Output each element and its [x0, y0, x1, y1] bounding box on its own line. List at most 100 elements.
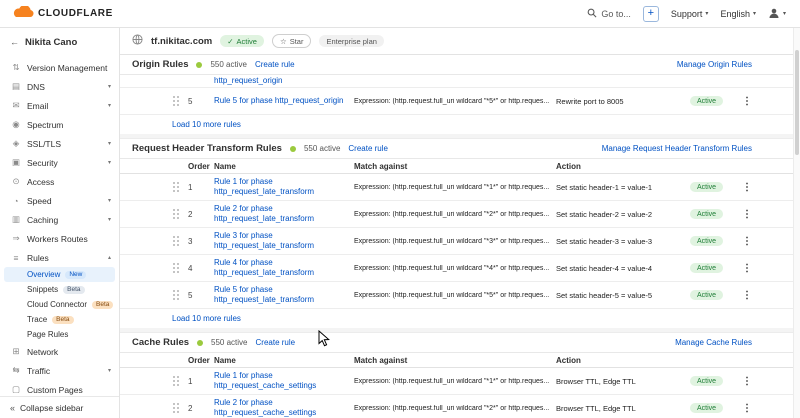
rules-icon: ≡ [11, 253, 21, 263]
drag-handle-icon[interactable] [172, 289, 180, 302]
sidebar-item-traffic[interactable]: ⇆ Traffic ▾ [0, 361, 119, 380]
table-row-partial: http_request_origin [120, 75, 800, 88]
section-title: Cache Rules [132, 337, 189, 348]
rule-action: Browser TTL, Edge TTL [556, 404, 688, 413]
drag-handle-icon[interactable] [172, 208, 180, 221]
sidebar-item-cloud-connector[interactable]: Cloud Connector Beta [0, 297, 119, 312]
create-rule-link[interactable]: Create rule [256, 338, 296, 347]
drag-handle-icon[interactable] [172, 262, 180, 275]
rule-name-link[interactable]: Rule 1 for phase http_request_late_trans… [214, 177, 352, 197]
sidebar-item-page-rules[interactable]: Page Rules [0, 327, 119, 342]
manage-request-header-transform-rules-link[interactable]: Manage Request Header Transform Rules [602, 144, 752, 153]
drag-handle-icon[interactable] [172, 95, 180, 108]
account-header[interactable]: ← Nikita Cano [0, 28, 119, 56]
rule-name-link[interactable]: Rule 4 for phase http_request_late_trans… [214, 258, 352, 278]
rule-expression: Expression: (http.request.full_uri wildc… [354, 265, 554, 272]
kebab-menu-icon[interactable]: ⋮ [738, 236, 756, 247]
user-menu[interactable]: ▾ [768, 7, 786, 21]
active-badge: Active [690, 236, 723, 246]
sidebar-item-ssl-tls[interactable]: ◈ SSL/TLS ▾ [0, 134, 119, 153]
goto-search[interactable]: Go to... [587, 8, 631, 20]
kebab-menu-icon[interactable]: ⋮ [738, 182, 756, 193]
collapse-sidebar-button[interactable]: « Collapse sidebar [0, 396, 119, 418]
rule-name-link[interactable]: Rule 5 for phase http_request_late_trans… [214, 285, 352, 305]
manage-cache-rules-link[interactable]: Manage Cache Rules [675, 338, 752, 347]
section-title: Request Header Transform Rules [132, 143, 282, 154]
drag-handle-icon[interactable] [172, 235, 180, 248]
topbar: CLOUDFLARE Go to... + Support ▾ English … [0, 0, 800, 28]
sidebar-item-email[interactable]: ✉ Email ▾ [0, 96, 119, 115]
kebab-menu-icon[interactable]: ⋮ [738, 96, 756, 107]
scrollbar-track[interactable] [793, 28, 800, 418]
rule-name-link[interactable]: Rule 1 for phase http_request_cache_sett… [214, 371, 352, 391]
manage-origin-rules-link[interactable]: Manage Origin Rules [677, 60, 752, 69]
sidebar-item-access[interactable]: ⊙ Access [0, 172, 119, 191]
kebab-menu-icon[interactable]: ⋮ [738, 290, 756, 301]
star-icon: ☆ [280, 37, 287, 46]
create-rule-link[interactable]: Create rule [255, 60, 295, 69]
sidebar-item-snippets[interactable]: Snippets Beta [0, 282, 119, 297]
kebab-menu-icon[interactable]: ⋮ [738, 403, 756, 414]
sidebar-item-security[interactable]: ▣ Security ▾ [0, 153, 119, 172]
drag-handle-icon[interactable] [172, 402, 180, 415]
sidebar-item-caching[interactable]: ▥ Caching ▾ [0, 210, 119, 229]
section-header: Request Header Transform Rules 550 activ… [120, 139, 800, 159]
drag-handle-icon[interactable] [172, 375, 180, 388]
site-bar: tf.nikitac.com ✓ Active ☆ Star Enterpris… [120, 28, 800, 55]
security-icon: ▣ [11, 157, 21, 168]
load-more-link[interactable]: Load 10 more rules [120, 115, 800, 134]
drag-handle-icon[interactable] [172, 181, 180, 194]
chevron-down-icon: ▾ [705, 10, 708, 17]
add-button[interactable]: + [643, 6, 659, 22]
support-menu[interactable]: Support ▾ [671, 9, 709, 19]
sidebar: ← Nikita Cano ⇅ Version Management ▤ DNS… [0, 28, 120, 418]
rule-name-link[interactable]: http_request_origin [214, 76, 352, 86]
language-label: English [720, 9, 750, 19]
star-button[interactable]: ☆ Star [272, 34, 312, 48]
cloudflare-cloud-icon [12, 5, 34, 23]
rule-expression: Expression: (http.request.full_uri wildc… [354, 405, 554, 412]
sidebar-item-overview[interactable]: Overview New [4, 267, 115, 282]
chevron-down-icon: ▾ [783, 10, 786, 17]
logo-text: CLOUDFLARE [38, 8, 113, 19]
rule-expression: Expression: (http.request.full_uri wildc… [354, 98, 554, 105]
language-menu[interactable]: English ▾ [720, 9, 756, 19]
active-badge: Active [690, 209, 723, 219]
kebab-menu-icon[interactable]: ⋮ [738, 209, 756, 220]
chevron-down-icon: ▾ [753, 10, 756, 17]
rule-name-link[interactable]: Rule 2 for phase http_request_cache_sett… [214, 398, 352, 418]
active-badge: Active [690, 403, 723, 413]
sidebar-item-network[interactable]: ⊞ Network [0, 342, 119, 361]
rule-expression: Expression: (http.request.full_uri wildc… [354, 292, 554, 299]
rule-name-link[interactable]: Rule 2 for phase http_request_late_trans… [214, 204, 352, 224]
sidebar-item-trace[interactable]: Trace Beta [0, 312, 119, 327]
plan-badge: Enterprise plan [319, 35, 383, 47]
active-count: 550 active [210, 60, 246, 69]
sidebar-item-speed[interactable]: ◔ Speed ▾ [0, 191, 119, 210]
sidebar-item-spectrum[interactable]: ◉ Spectrum [0, 115, 119, 134]
table-row: 2 Rule 2 for phase http_request_cache_se… [120, 395, 800, 418]
sidebar-item-rules[interactable]: ≡ Rules ▴ [0, 248, 119, 267]
rule-name-link[interactable]: Rule 5 for phase http_request_origin [214, 96, 352, 106]
kebab-menu-icon[interactable]: ⋮ [738, 263, 756, 274]
sidebar-item-workers-routes[interactable]: ⇒ Workers Routes [0, 229, 119, 248]
workers-routes-icon: ⇒ [11, 233, 21, 244]
sidebar-item-version-management[interactable]: ⇅ Version Management [0, 58, 119, 77]
email-icon: ✉ [11, 100, 21, 111]
rule-action: Set static header-3 = value-3 [556, 237, 688, 246]
scrollbar-thumb[interactable] [795, 50, 799, 155]
custom-pages-icon: ▢ [11, 384, 21, 395]
check-icon: ✓ [227, 37, 233, 46]
sidebar-item-custom-pages[interactable]: ▢ Custom Pages [0, 380, 119, 396]
sidebar-item-dns[interactable]: ▤ DNS ▾ [0, 77, 119, 96]
active-badge: Active [690, 96, 723, 106]
cloudflare-logo[interactable]: CLOUDFLARE [12, 5, 113, 23]
site-active-badge: ✓ Active [220, 35, 264, 47]
kebab-menu-icon[interactable]: ⋮ [738, 376, 756, 387]
table-row: 1 Rule 1 for phase http_request_cache_se… [120, 368, 800, 395]
rule-name-link[interactable]: Rule 3 for phase http_request_late_trans… [214, 231, 352, 251]
globe-icon [132, 32, 143, 50]
load-more-link[interactable]: Load 10 more rules [120, 309, 800, 328]
create-rule-link[interactable]: Create rule [348, 144, 388, 153]
active-badge: Active [690, 376, 723, 386]
